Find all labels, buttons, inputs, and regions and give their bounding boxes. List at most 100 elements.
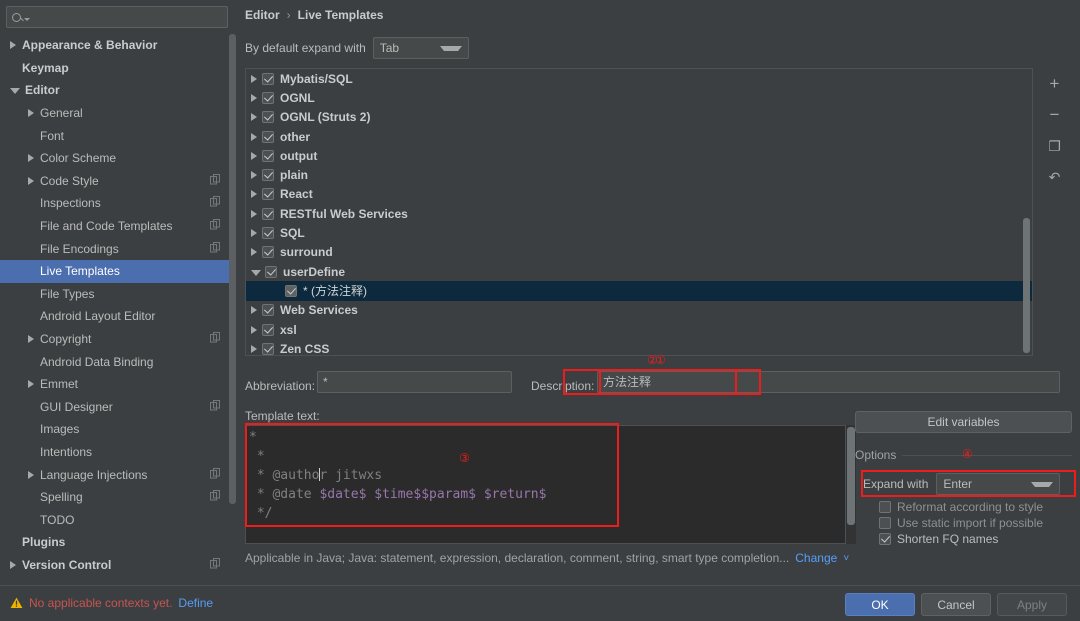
chevron-right-icon[interactable]: [251, 74, 257, 83]
sidebar-item-file-encodings[interactable]: File Encodings: [0, 237, 229, 260]
template-group-row[interactable]: * (方法注释): [246, 281, 1032, 301]
template-enabled-checkbox[interactable]: [262, 304, 274, 317]
sidebar-item-todo[interactable]: TODO: [0, 508, 229, 531]
sidebar-item-keymap[interactable]: Keymap: [0, 57, 229, 80]
template-group-row[interactable]: output: [246, 146, 1032, 165]
static-import-checkbox[interactable]: [879, 517, 891, 529]
chevron-right-icon[interactable]: [28, 335, 34, 344]
template-enabled-checkbox[interactable]: [285, 284, 297, 297]
sidebar-item-file-types[interactable]: File Types: [0, 283, 229, 306]
template-enabled-checkbox[interactable]: [265, 265, 277, 278]
copy-settings-icon[interactable]: [210, 557, 221, 572]
chevron-right-icon[interactable]: [10, 560, 16, 569]
shorten-fq-option-row[interactable]: Shorten FQ names: [879, 532, 998, 546]
sidebar-item-copyright[interactable]: Copyright: [0, 328, 229, 351]
template-enabled-checkbox[interactable]: [262, 323, 274, 336]
copy-settings-icon[interactable]: [210, 219, 221, 233]
template-enabled-checkbox[interactable]: [262, 72, 274, 85]
add-icon[interactable]: +: [1045, 74, 1065, 94]
template-enabled-checkbox[interactable]: [262, 188, 274, 201]
default-expand-dropdown[interactable]: Tab: [372, 37, 469, 59]
ok-button[interactable]: OK: [845, 593, 915, 616]
template-group-row[interactable]: other: [246, 127, 1032, 146]
apply-button[interactable]: Apply: [997, 593, 1067, 616]
sidebar-item-color-scheme[interactable]: Color Scheme: [0, 147, 229, 170]
template-enabled-checkbox[interactable]: [262, 207, 274, 220]
copy-settings-icon[interactable]: [210, 173, 221, 188]
chevron-right-icon[interactable]: [251, 344, 257, 353]
chevron-down-icon[interactable]: [10, 88, 20, 95]
chevron-right-icon[interactable]: [28, 380, 34, 389]
sidebar-item-images[interactable]: Images: [0, 418, 229, 441]
chevron-right-icon[interactable]: [28, 176, 34, 185]
template-group-row[interactable]: Mybatis/SQL: [246, 69, 1032, 88]
template-enabled-checkbox[interactable]: [262, 130, 274, 143]
editor-scrollbar[interactable]: [846, 425, 856, 544]
template-text-editor[interactable]: * * * @author jitwxs * @date $date$ $tim…: [245, 425, 846, 544]
template-enabled-checkbox[interactable]: [262, 342, 274, 355]
template-group-row[interactable]: RESTful Web Services: [246, 204, 1032, 223]
template-group-row[interactable]: OGNL (Struts 2): [246, 108, 1032, 127]
template-group-row[interactable]: Zen CSS: [246, 339, 1032, 355]
template-group-row[interactable]: userDefine: [246, 262, 1032, 281]
template-group-row[interactable]: OGNL: [246, 88, 1032, 107]
chevron-right-icon[interactable]: [251, 132, 257, 141]
templates-scrollbar-thumb[interactable]: [1023, 218, 1030, 353]
template-enabled-checkbox[interactable]: [262, 246, 274, 259]
sidebar-item-plugins[interactable]: Plugins: [0, 531, 229, 554]
expand-with-dropdown[interactable]: Enter: [936, 473, 1061, 495]
chevron-down-icon[interactable]: ˅: [843, 553, 849, 564]
template-group-row[interactable]: SQL: [246, 223, 1032, 242]
copy-settings-icon[interactable]: [210, 467, 221, 482]
template-group-row[interactable]: surround: [246, 243, 1032, 262]
copy-settings-icon[interactable]: [210, 196, 221, 210]
sidebar-item-language-injections[interactable]: Language Injections: [0, 463, 229, 486]
template-enabled-checkbox[interactable]: [262, 169, 274, 182]
sidebar-item-emmet[interactable]: Emmet: [0, 373, 229, 396]
template-group-row[interactable]: xsl: [246, 320, 1032, 339]
sidebar-item-live-templates[interactable]: Live Templates: [0, 259, 229, 283]
search-input[interactable]: [30, 10, 227, 24]
abbreviation-input[interactable]: *: [317, 371, 512, 393]
change-contexts-link[interactable]: Change: [795, 551, 837, 565]
static-import-option-row[interactable]: Use static import if possible: [879, 516, 1043, 530]
chevron-right-icon[interactable]: [251, 151, 257, 160]
copy-settings-icon[interactable]: [210, 241, 221, 256]
chevron-right-icon[interactable]: [251, 209, 257, 218]
description-input[interactable]: 方法注释: [597, 371, 1060, 393]
revert-icon[interactable]: ↶: [1045, 167, 1065, 187]
settings-category-tree[interactable]: Appearance & Behavior Keymap Editor General…: [0, 34, 229, 583]
sidebar-item-android-data-binding[interactable]: Android Data Binding: [0, 350, 229, 373]
sidebar-item-font[interactable]: Font: [0, 124, 229, 147]
live-templates-tree[interactable]: Mybatis/SQL OGNL OGNL (Struts 2) other outpu…: [245, 68, 1033, 356]
sidebar-item-gui-designer[interactable]: GUI Designer: [0, 396, 229, 419]
chevron-right-icon[interactable]: [251, 93, 257, 102]
sidebar-item-spelling[interactable]: Spelling: [0, 486, 229, 509]
sidebar-scrollbar[interactable]: [229, 34, 237, 583]
sidebar-item-version-control[interactable]: Version Control: [0, 554, 229, 577]
duplicate-icon[interactable]: ❐: [1045, 136, 1065, 156]
chevron-right-icon[interactable]: [251, 190, 257, 199]
define-link[interactable]: Define: [178, 596, 213, 610]
reformat-option-row[interactable]: Reformat according to style: [879, 500, 1043, 514]
breadcrumb-root[interactable]: Editor: [245, 8, 280, 22]
sidebar-scrollbar-thumb[interactable]: [229, 34, 236, 504]
sidebar-item-general[interactable]: General: [0, 102, 229, 125]
templates-scrollbar[interactable]: [1022, 70, 1031, 355]
reformat-checkbox[interactable]: [879, 501, 891, 513]
template-enabled-checkbox[interactable]: [262, 111, 274, 124]
template-enabled-checkbox[interactable]: [262, 91, 274, 104]
chevron-down-icon[interactable]: [251, 269, 261, 276]
edit-variables-button[interactable]: Edit variables: [855, 411, 1072, 433]
chevron-right-icon[interactable]: [251, 113, 257, 122]
cancel-button[interactable]: Cancel: [921, 593, 991, 616]
chevron-right-icon[interactable]: [251, 325, 257, 334]
template-group-row[interactable]: plain: [246, 165, 1032, 184]
remove-icon[interactable]: −: [1045, 105, 1065, 125]
template-group-row[interactable]: Web Services: [246, 301, 1032, 320]
search-box[interactable]: [6, 6, 228, 28]
chevron-right-icon[interactable]: [251, 248, 257, 257]
chevron-right-icon[interactable]: [28, 470, 34, 479]
template-enabled-checkbox[interactable]: [262, 149, 274, 162]
chevron-right-icon[interactable]: [251, 171, 257, 180]
